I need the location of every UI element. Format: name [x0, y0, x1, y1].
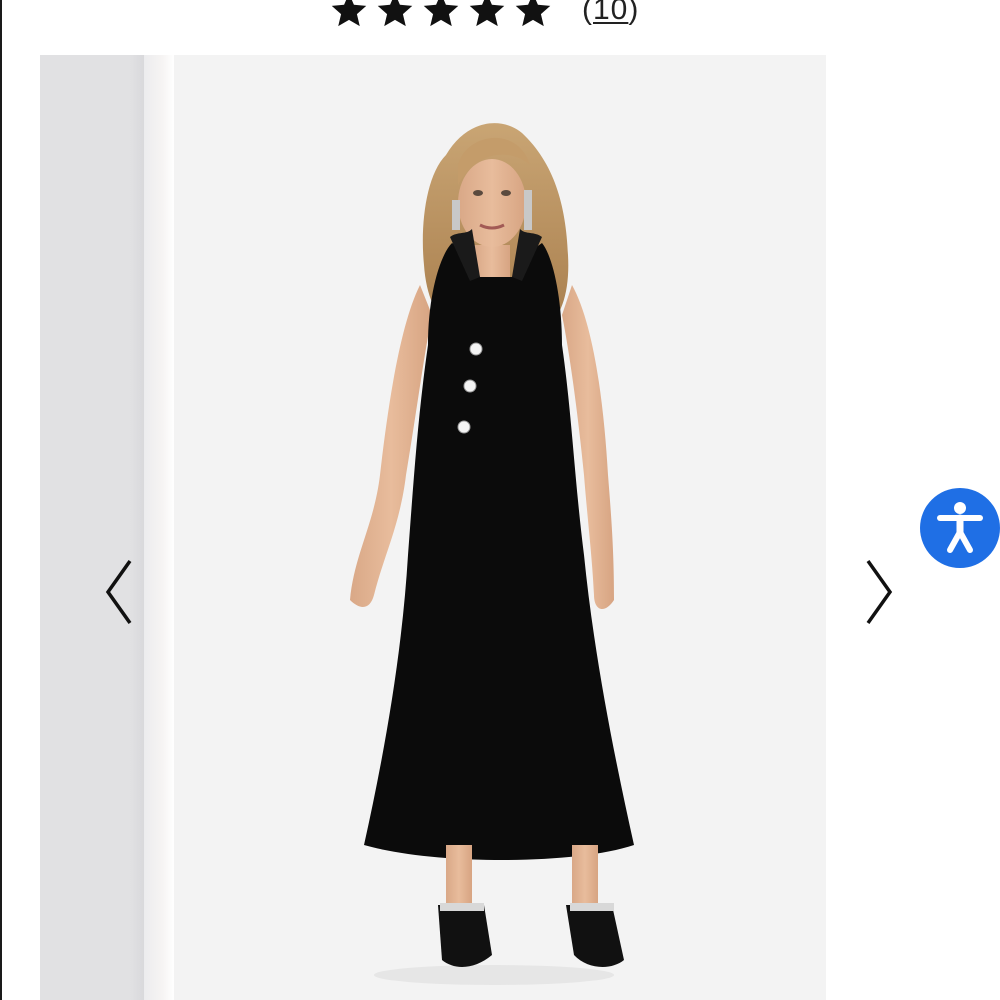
page-edge-divider — [0, 0, 2, 1000]
previous-slide-peek[interactable] — [40, 55, 174, 1000]
previous-slide-edge — [144, 55, 174, 1000]
product-photo — [174, 55, 826, 1000]
star-icon — [515, 0, 551, 27]
product-rating[interactable]: (10) — [330, 0, 639, 32]
star-icon — [469, 0, 505, 27]
review-count-link[interactable]: (10) — [582, 0, 639, 27]
accessibility-button[interactable] — [920, 488, 1000, 568]
star-icon — [377, 0, 413, 27]
current-slide[interactable] — [174, 55, 826, 1000]
chevron-left-icon — [105, 559, 132, 625]
accessibility-person-icon — [937, 502, 983, 553]
close-paren: ) — [628, 0, 640, 26]
star-rating — [330, 0, 552, 29]
star-icon — [423, 0, 459, 27]
next-image-button[interactable] — [858, 555, 898, 629]
review-count: 10 — [593, 0, 629, 26]
previous-image-button[interactable] — [100, 555, 140, 629]
star-icon — [331, 0, 367, 27]
open-paren: ( — [582, 0, 593, 26]
chevron-right-icon — [866, 559, 893, 625]
product-image-carousel[interactable] — [40, 55, 1000, 1000]
product-page: (10) — [0, 0, 1000, 1000]
